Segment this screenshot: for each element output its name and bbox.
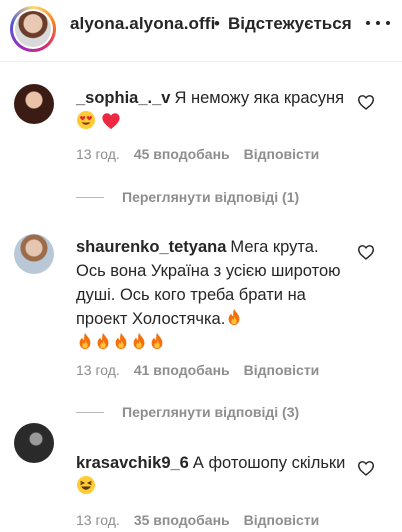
red-heart-emoji — [101, 112, 121, 137]
comment-username[interactable]: shaurenko_tetyana — [76, 238, 226, 256]
view-replies-label: Переглянути відповіді (3) — [122, 404, 300, 420]
follow-status-button[interactable]: Відстежується — [228, 14, 352, 34]
avatar[interactable] — [14, 234, 54, 274]
comment-likes[interactable]: 45 вподобань — [134, 146, 230, 162]
reply-button[interactable]: Відповісти — [244, 512, 320, 528]
avatar[interactable] — [14, 84, 54, 124]
fire-emoji — [112, 331, 130, 351]
fire-emoji — [225, 307, 243, 327]
comment-username[interactable]: krasavchik9_6 — [76, 454, 189, 472]
view-replies-label: Переглянути відповіді (1) — [122, 189, 300, 205]
header-username[interactable]: alyona.alyona.offi — [70, 14, 215, 34]
comment-time: 13 год. — [76, 146, 120, 162]
comment-time: 13 год. — [76, 512, 120, 528]
fire-emoji — [148, 331, 166, 351]
reply-button[interactable]: Відповісти — [244, 362, 320, 378]
comment-username[interactable]: _sophia_._v — [76, 89, 170, 107]
profile-avatar[interactable] — [10, 6, 56, 52]
laughing-emoji — [76, 475, 96, 502]
avatar[interactable] — [14, 423, 54, 463]
post-header: alyona.alyona.offi • Відстежується — [0, 0, 402, 62]
heart-eyes-emoji — [76, 110, 96, 137]
view-replies-button[interactable]: Переглянути відповіді (3) — [76, 404, 299, 420]
fire-emoji — [76, 331, 94, 351]
comment-text: Я неможу яка красуня — [174, 89, 345, 107]
header-separator: • — [214, 14, 220, 33]
more-horizontal-icon[interactable] — [364, 21, 392, 27]
like-heart-icon[interactable] — [357, 460, 375, 476]
fire-emoji — [130, 331, 148, 351]
like-heart-icon[interactable] — [357, 244, 375, 260]
reply-button[interactable]: Відповісти — [244, 146, 320, 162]
fire-emoji — [94, 331, 112, 351]
replies-divider-line — [76, 412, 104, 413]
like-heart-icon[interactable] — [357, 94, 375, 110]
replies-divider-line — [76, 197, 104, 198]
comment-likes[interactable]: 41 вподобань — [134, 362, 230, 378]
view-replies-button[interactable]: Переглянути відповіді (1) — [76, 189, 299, 205]
comment-likes[interactable]: 35 вподобань — [134, 512, 230, 528]
comment-text: А фотошопу скільки — [192, 454, 346, 472]
comment-time: 13 год. — [76, 362, 120, 378]
